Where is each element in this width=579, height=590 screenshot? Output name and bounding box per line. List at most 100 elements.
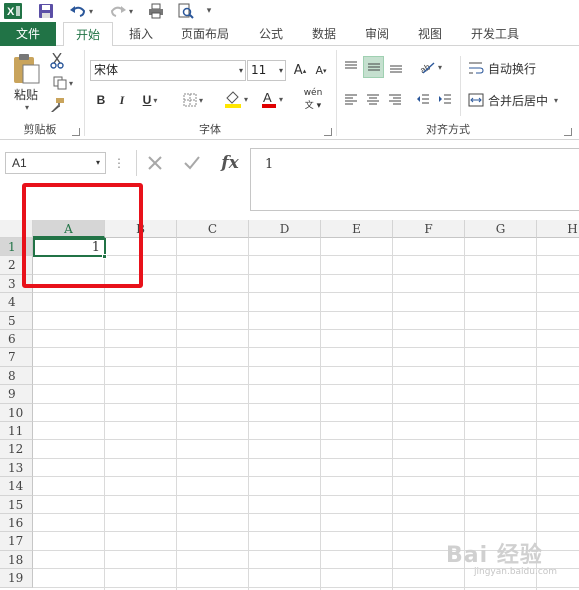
tab-page-layout[interactable]: 页面布局 [170,22,240,46]
bold-button[interactable]: B [93,90,109,110]
orientation-icon[interactable]: ab ▾ [416,58,446,76]
row-header-5[interactable]: 5 [0,311,33,330]
row-header-19[interactable]: 19 [0,569,33,588]
customize-toolbar-icon[interactable]: ▾ [202,2,214,20]
undo-icon[interactable]: ▾ [66,2,96,20]
column-header-g[interactable]: G [465,220,537,238]
grid-column-line [176,238,177,590]
cut-icon[interactable] [48,52,66,70]
row-header-18[interactable]: 18 [0,550,33,570]
formula-input[interactable]: 1 [250,148,579,211]
row-header-11[interactable]: 11 [0,422,33,441]
tab-view[interactable]: 视图 [407,22,453,46]
alignment-group-label: 对齐方式 [426,123,470,136]
font-name-combo[interactable]: 宋体 ▾ [90,60,246,81]
grid-row-line [33,292,579,294]
row-header-6[interactable]: 6 [0,330,33,349]
row-header-9[interactable]: 9 [0,385,33,404]
tab-data[interactable]: 数据 [301,22,347,46]
borders-icon[interactable]: ▾ [176,90,210,110]
grid-row-line [33,439,579,441]
confirm-entry-icon[interactable] [174,150,210,176]
row-header-4[interactable]: 4 [0,293,33,312]
excel-icon[interactable]: X [4,2,22,20]
row-header-12[interactable]: 12 [0,440,33,459]
more-options-icon[interactable]: ⋮ [113,154,125,172]
grid-column-line [320,238,321,590]
fill-color-icon[interactable]: ▾ [220,88,252,110]
print-preview-icon[interactable] [176,2,196,20]
ribbon-tabs: 文件 开始 插入 页面布局 公式 数据 审阅 视图 开发工具 [0,22,579,47]
row-header-8[interactable]: 8 [0,366,33,386]
paste-icon[interactable] [8,52,44,86]
paste-button[interactable]: 粘贴 [8,86,44,102]
row-header-7[interactable]: 7 [0,348,33,367]
tab-developer[interactable]: 开发工具 [462,22,528,46]
decrease-font-size-icon[interactable]: A ▾ [312,60,330,81]
bottom-align-icon[interactable] [387,58,405,76]
grid-column-line [248,238,249,590]
phonetic-label: wén [303,87,323,98]
row-header-14[interactable]: 14 [0,477,33,496]
font-name-value: 宋体 [94,63,119,77]
italic-button[interactable]: I [114,90,130,110]
font-size-combo[interactable]: 11 ▾ [247,60,286,81]
svg-text:X: X [7,6,15,18]
font-launcher-icon[interactable] [324,128,332,136]
copy-icon[interactable]: ▾ [48,74,78,92]
font-size-value: 11 [251,63,267,77]
merge-center-icon [468,93,484,107]
watermark-main: Bai 经验 [446,543,543,568]
row-header-15[interactable]: 15 [0,495,33,514]
tab-file[interactable]: 文件 [0,22,56,46]
tab-home[interactable]: 开始 [63,22,113,47]
align-center-icon[interactable] [364,90,382,108]
insert-function-button[interactable]: fx [212,150,248,176]
middle-align-icon[interactable] [363,56,384,78]
cancel-entry-icon[interactable] [136,150,172,176]
increase-font-size-icon[interactable]: A ▴ [290,60,310,81]
column-header-d[interactable]: D [249,220,321,238]
redo-icon[interactable]: ▾ [106,2,136,20]
chevron-down-icon: ▾ [95,158,100,167]
tab-insert[interactable]: 插入 [118,22,164,46]
tab-review[interactable]: 审阅 [354,22,400,46]
column-header-f[interactable]: F [393,220,465,238]
font-color-icon[interactable]: A ▾ [256,88,288,110]
grid-row-line [33,402,579,404]
column-header-c[interactable]: C [177,220,249,238]
align-right-icon[interactable] [386,90,404,108]
top-align-icon[interactable] [342,58,360,76]
underline-button[interactable]: U ▾ [136,90,164,110]
column-header-h[interactable]: H [537,220,579,238]
svg-text:ab: ab [420,62,432,74]
clipboard-launcher-icon[interactable] [72,128,80,136]
row-header-13[interactable]: 13 [0,458,33,478]
grid-row-line [33,347,579,349]
group-divider [460,56,461,116]
grid-row-line [33,513,579,514]
grid-row-line [33,531,579,533]
ribbon: 粘贴 ▾ ▾ 剪贴板 宋体 ▾ 11 ▾ A ▴ A ▾ B I U ▾ ▾ ▾ A … [0,46,579,140]
tab-formulas[interactable]: 公式 [248,22,294,46]
row-header-10[interactable]: 10 [0,403,33,422]
decrease-indent-icon[interactable] [414,90,432,108]
svg-text:A: A [263,90,272,105]
row-header-17[interactable]: 17 [0,532,33,551]
merge-center-button[interactable]: 合并后居中 ▾ [468,90,568,110]
underline-label: U [142,93,152,107]
row-header-16[interactable]: 16 [0,514,33,533]
increase-indent-icon[interactable] [436,90,454,108]
print-icon[interactable] [146,2,166,20]
grid-column-line [392,238,393,590]
save-icon[interactable] [37,2,55,20]
align-left-icon[interactable] [342,90,360,108]
name-box[interactable]: A1 ▾ [5,152,106,174]
phonetic-guide-icon[interactable]: wén 文 ▾ [296,87,330,111]
alignment-launcher-icon[interactable] [564,128,572,136]
column-header-e[interactable]: E [321,220,393,238]
wrap-text-button[interactable]: 自动换行 [468,58,546,78]
quick-access-toolbar: X ▾ ▾ ▾ [0,0,579,22]
paste-dropdown-icon[interactable]: ▾ [18,102,34,112]
format-painter-icon[interactable] [48,96,66,114]
